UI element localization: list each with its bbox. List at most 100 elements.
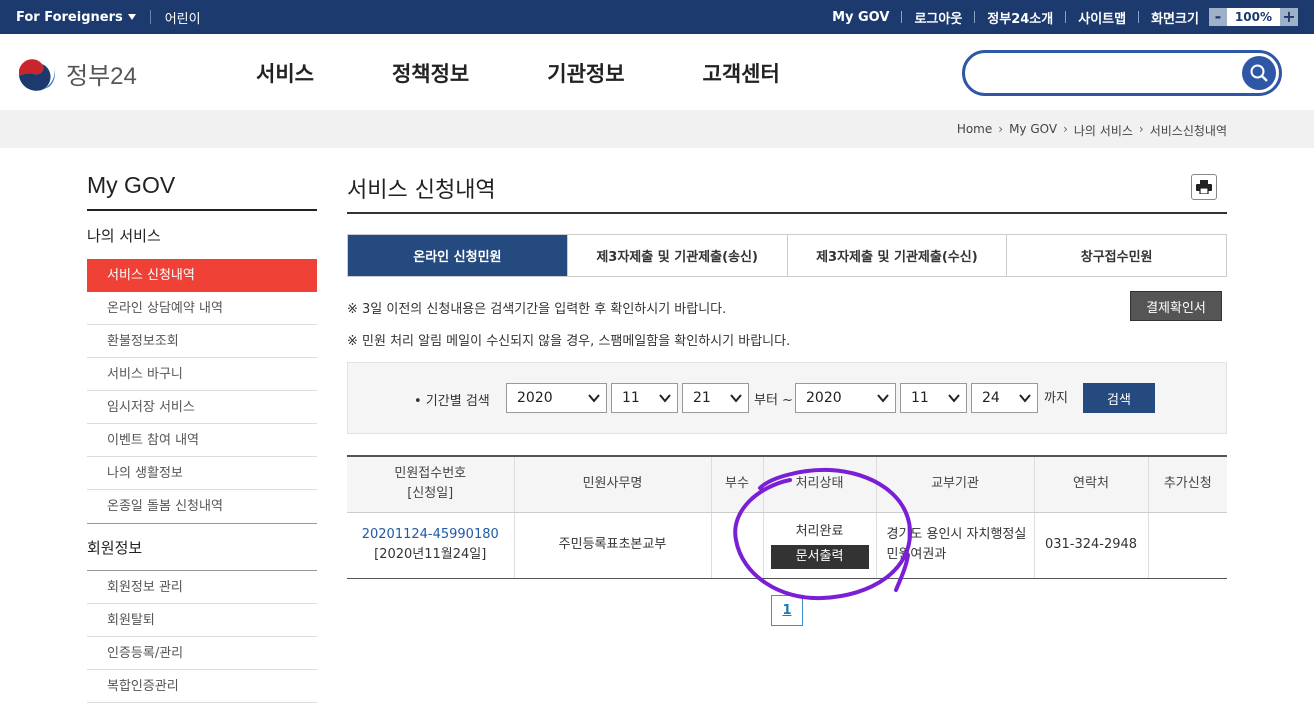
- column-header-extra: 추가신청: [1148, 456, 1227, 513]
- from-label: 부터 ~: [754, 393, 793, 408]
- table-row: 20201124-45990180 [2020년11월24일] 주민등록표초본교…: [347, 512, 1227, 579]
- divider: [87, 209, 317, 211]
- tab-third-party-sent[interactable]: 제3자제출 및 기관제출(송신): [566, 235, 787, 276]
- period-search-label: • 기간별 검색: [414, 394, 490, 409]
- zoom-control: - 100% +: [1208, 8, 1298, 26]
- chevron-down-icon: [948, 394, 960, 403]
- chevron-down-icon: [588, 394, 600, 403]
- breadcrumb: Home › My GOV › 나의 서비스 › 서비스신청내역: [957, 122, 1227, 139]
- sidebar-item-counsel-reservation[interactable]: 온라인 상담예약 내역: [87, 292, 317, 325]
- chevron-down-icon: [877, 394, 889, 403]
- chevron-down-icon: [1019, 394, 1031, 403]
- to-year-select[interactable]: 2020: [795, 383, 896, 413]
- sidebar-group-member-info: 회원정보: [87, 523, 317, 571]
- from-year-value: 2020: [517, 390, 553, 406]
- header-date-label: [신청일]: [407, 486, 454, 502]
- site-search: [962, 50, 1282, 96]
- zoom-in-button[interactable]: +: [1280, 8, 1298, 26]
- chevron-down-icon: [730, 394, 742, 403]
- notice-spam-mail: ※ 민원 처리 알림 메일이 수신되지 않을 경우, 스팸메일함을 확인하시기 …: [347, 334, 791, 349]
- logo-text: 정부24: [66, 62, 137, 90]
- to-day-select[interactable]: 24: [971, 383, 1038, 413]
- pagination-page-1[interactable]: 1: [771, 595, 803, 626]
- notice-search-period: ※ 3일 이전의 신청내용은 검색기간을 입력한 후 확인하시기 바랍니다.: [347, 302, 727, 317]
- agency-line1: 경기도 용인시 자치행정실: [886, 527, 1027, 542]
- government-emblem-icon: [16, 52, 58, 94]
- period-search-button[interactable]: 검색: [1083, 383, 1155, 413]
- sidebar-item-cert-register[interactable]: 인증등록/관리: [87, 637, 317, 670]
- zoom-value: 100%: [1234, 10, 1272, 24]
- sidebar-item-care-application[interactable]: 온종일 돌봄 신청내역: [87, 490, 317, 523]
- request-type-tabs: 온라인 신청민원 제3자제출 및 기관제출(송신) 제3자제출 및 기관제출(수…: [347, 234, 1227, 277]
- divider: [347, 212, 1227, 214]
- for-foreigners-dropdown[interactable]: For Foreigners: [16, 10, 136, 25]
- sidebar-item-service-history[interactable]: 서비스 신청내역: [87, 259, 317, 292]
- column-header-name: 민원사무명: [514, 456, 712, 513]
- column-header-agency: 교부기관: [876, 456, 1035, 513]
- request-number-link[interactable]: 20201124-45990180: [362, 527, 499, 542]
- main-navigation: 서비스 정책정보 기관정보 고객센터: [256, 58, 780, 88]
- tab-counter-requests[interactable]: 창구접수민원: [1006, 235, 1226, 276]
- sidebar-item-member-manage[interactable]: 회원정보 관리: [87, 571, 317, 604]
- column-header-number: 민원접수번호 [신청일]: [347, 456, 515, 513]
- from-month-select[interactable]: 11: [611, 383, 678, 413]
- zoom-label: 화면크기: [1151, 11, 1199, 27]
- printer-icon: [1196, 180, 1212, 194]
- print-document-button[interactable]: 문서출력: [770, 544, 869, 569]
- from-day-value: 21: [693, 390, 711, 406]
- breadcrumb-my-services[interactable]: 나의 서비스: [1074, 122, 1133, 139]
- request-date: [2020년11월24일]: [374, 547, 487, 562]
- for-foreigners-label: For Foreigners: [16, 9, 123, 25]
- payment-confirmation-button[interactable]: 결제확인서: [1130, 291, 1222, 321]
- tab-third-party-received[interactable]: 제3자제출 및 기관제출(수신): [786, 235, 1007, 276]
- zoom-out-button[interactable]: -: [1208, 8, 1227, 26]
- cell-status: 처리완료 문서출력: [763, 512, 877, 579]
- sidebar-item-multi-auth[interactable]: 복합인증관리: [87, 670, 317, 703]
- sidebar-item-refund-info[interactable]: 환불정보조회: [87, 325, 317, 358]
- sitemap-link[interactable]: 사이트맵: [1066, 8, 1138, 27]
- my-gov-link[interactable]: My GOV: [820, 10, 901, 25]
- cell-agency: 경기도 용인시 자치행정실 민원여권과: [876, 512, 1035, 579]
- status-text: 처리완료: [795, 523, 844, 539]
- search-input[interactable]: [981, 61, 1231, 85]
- column-header-status: 처리상태: [763, 456, 877, 513]
- about-link[interactable]: 정부24소개: [975, 8, 1065, 27]
- nav-customer-center[interactable]: 고객센터: [703, 58, 780, 88]
- sidebar-group-my-services: 나의 서비스: [87, 227, 161, 245]
- nav-services[interactable]: 서비스: [256, 58, 314, 88]
- to-month-select[interactable]: 11: [900, 383, 967, 413]
- site-header: 정부24 서비스 정책정보 기관정보 고객센터: [0, 34, 1314, 110]
- sidebar-item-temp-saved[interactable]: 임시저장 서비스: [87, 391, 317, 424]
- breadcrumb-current: 서비스신청내역: [1149, 124, 1227, 138]
- site-logo[interactable]: 정부24: [16, 52, 137, 94]
- chevron-right-icon: ›: [998, 122, 1004, 136]
- from-day-select[interactable]: 21: [682, 383, 749, 413]
- search-button[interactable]: [1242, 56, 1276, 90]
- breadcrumb-mygov[interactable]: My GOV: [1009, 122, 1057, 139]
- to-label: 까지: [1044, 391, 1068, 406]
- sidebar: My GOV 나의 서비스 서비스 신청내역 온라인 상담예약 내역 환불정보조…: [87, 148, 317, 703]
- column-header-contact: 연락처: [1034, 456, 1149, 513]
- to-year-value: 2020: [806, 390, 842, 406]
- column-header-copies: 부수: [711, 456, 764, 513]
- cell-contact: 031-324-2948: [1034, 512, 1149, 579]
- sidebar-item-service-basket[interactable]: 서비스 바구니: [87, 358, 317, 391]
- logout-link[interactable]: 로그아웃: [902, 8, 974, 27]
- print-button[interactable]: [1191, 174, 1217, 200]
- chevron-right-icon: ›: [1138, 122, 1144, 136]
- sidebar-item-withdraw[interactable]: 회원탈퇴: [87, 604, 317, 637]
- nav-agency[interactable]: 기관정보: [547, 58, 624, 88]
- breadcrumb-band: Home › My GOV › 나의 서비스 › 서비스신청내역: [0, 110, 1314, 148]
- table-header-row: 민원접수번호 [신청일] 민원사무명 부수 처리상태 교부기관 연락처 추가신청: [347, 456, 1227, 513]
- page-title: 서비스 신청내역: [347, 178, 496, 203]
- sidebar-item-event-history[interactable]: 이벤트 참여 내역: [87, 424, 317, 457]
- nav-policy[interactable]: 정책정보: [392, 58, 469, 88]
- from-year-select[interactable]: 2020: [506, 383, 607, 413]
- kids-link[interactable]: 어린이: [165, 8, 201, 27]
- divider: [149, 10, 151, 24]
- sidebar-item-life-info[interactable]: 나의 생활정보: [87, 457, 317, 490]
- chevron-down-icon: [659, 394, 671, 403]
- tab-online-requests[interactable]: 온라인 신청민원: [348, 235, 567, 276]
- request-history-table: 민원접수번호 [신청일] 민원사무명 부수 처리상태 교부기관 연락처 추가신청…: [347, 455, 1227, 579]
- breadcrumb-home[interactable]: Home: [957, 122, 992, 139]
